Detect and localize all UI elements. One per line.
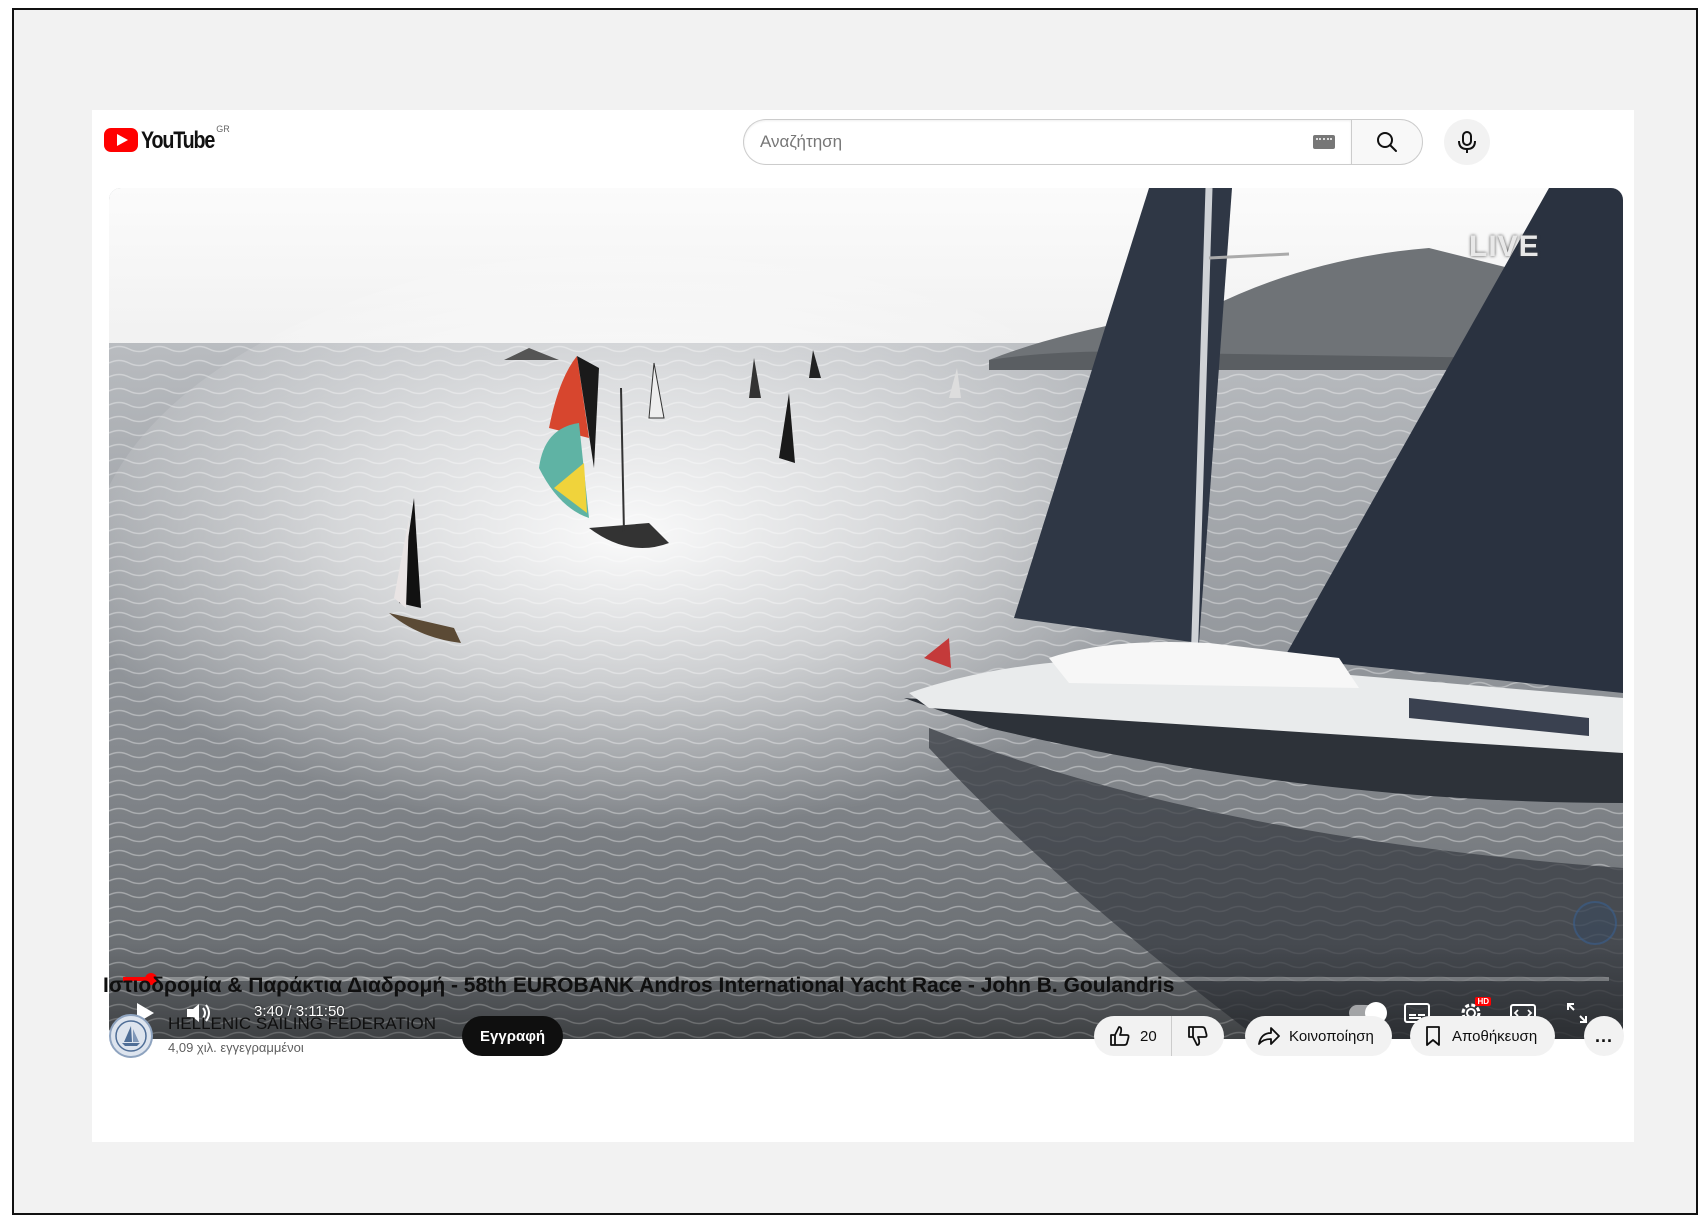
channel-name[interactable]: HELLENIC SAILING FEDERATION — [168, 1014, 436, 1034]
save-label: Αποθήκευση — [1452, 1027, 1538, 1045]
youtube-play-icon — [104, 128, 138, 152]
save-button[interactable]: Αποθήκευση — [1410, 1016, 1556, 1056]
screenshot-frame: YouTube GR Αναζήτηση LIVE 3:40 / 3:11:50… — [12, 8, 1698, 1215]
masthead: YouTube GR — [92, 110, 1634, 174]
more-icon: ... — [1594, 1025, 1613, 1046]
search-icon — [1377, 132, 1397, 152]
voice-search-button[interactable] — [1444, 119, 1490, 165]
video-title: Ιστιοδρομία & Παράκτια Διαδρομή - 58th E… — [103, 974, 1175, 997]
federation-emblem-icon — [115, 1020, 147, 1052]
logo-region: GR — [216, 124, 230, 134]
channel-avatar[interactable] — [109, 1014, 153, 1058]
dislike-button[interactable] — [1172, 1016, 1224, 1056]
search-input[interactable] — [760, 132, 1305, 152]
youtube-logo[interactable]: YouTube GR — [104, 124, 230, 154]
channel-row: HELLENIC SAILING FEDERATION 4,09 χιλ. εγ… — [92, 1012, 1634, 1066]
video-player[interactable]: LIVE 3:40 / 3:11:50 HD — [109, 188, 1623, 1039]
thumbs-up-icon — [1110, 1026, 1130, 1046]
share-icon — [1258, 1027, 1280, 1045]
youtube-page: YouTube GR Αναζήτηση LIVE 3:40 / 3:11:50… — [92, 110, 1634, 1142]
search-box — [743, 119, 1351, 165]
keyboard-icon[interactable] — [1313, 135, 1335, 149]
search-bar — [743, 119, 1423, 165]
video-frame — [109, 188, 1623, 1039]
like-dislike-group: 20 — [1094, 1016, 1224, 1056]
share-label: Κοινοποίηση — [1289, 1027, 1374, 1045]
like-button[interactable]: 20 — [1094, 1016, 1172, 1056]
hd-badge: HD — [1475, 997, 1491, 1006]
more-actions-button[interactable]: ... — [1584, 1016, 1624, 1056]
logo-text: YouTube — [141, 127, 215, 154]
live-badge: LIVE — [1469, 230, 1540, 263]
subscriber-count: 4,09 χιλ. εγγεγραμμένοι — [168, 1040, 304, 1055]
bookmark-icon — [1426, 1026, 1440, 1046]
channel-watermark[interactable] — [1573, 901, 1617, 945]
search-button[interactable] — [1351, 119, 1423, 165]
like-count: 20 — [1140, 1027, 1157, 1045]
share-button[interactable]: Κοινοποίηση — [1245, 1016, 1392, 1056]
thumbs-down-icon — [1187, 1026, 1208, 1046]
subscribe-button[interactable]: Εγγραφή — [462, 1016, 564, 1056]
microphone-icon — [1458, 131, 1476, 153]
